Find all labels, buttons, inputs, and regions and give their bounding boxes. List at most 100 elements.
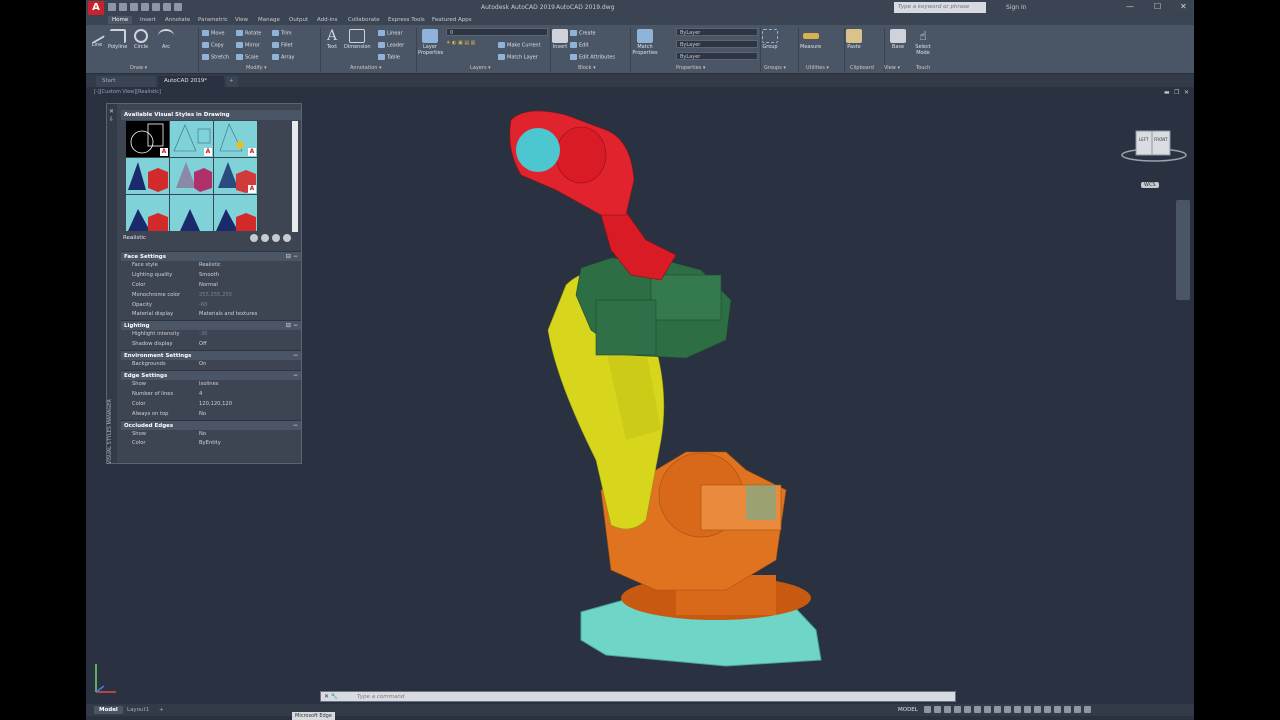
prop-row[interactable]: Material display Materials and textures <box>121 310 301 320</box>
prop-row[interactable]: Backgrounds On <box>121 360 301 370</box>
apply-style-icon[interactable] <box>261 234 269 242</box>
hardware-accel-icon[interactable] <box>1064 706 1071 713</box>
prop-row[interactable]: Color Normal <box>121 281 301 291</box>
polar-icon[interactable] <box>954 706 961 713</box>
prop-row[interactable]: Color ByEntity <box>121 439 301 449</box>
navigation-bar[interactable] <box>1176 200 1190 300</box>
model-tab[interactable]: Model <box>94 706 123 714</box>
isolate-icon[interactable] <box>1054 706 1061 713</box>
close-command-icon[interactable]: ✕ 🔧 <box>324 693 338 700</box>
osnap-icon[interactable] <box>964 706 971 713</box>
prop-row[interactable]: Monochrome color 255,255,255 <box>121 291 301 301</box>
robot-elbow-motor <box>650 274 722 321</box>
annotative-a-icon: A <box>160 148 168 156</box>
thumbnails-scrollbar[interactable] <box>292 121 298 232</box>
style-sketchy[interactable] <box>170 195 213 231</box>
prop-value[interactable]: -30 <box>199 330 207 340</box>
delete-style-icon[interactable] <box>283 234 291 242</box>
style-hidden[interactable]: A <box>214 121 257 157</box>
prop-row[interactable]: Highlight intensity -30 <box>121 330 301 340</box>
annotation-scale-icon[interactable] <box>1024 706 1031 713</box>
prop-value[interactable]: Realistic <box>199 261 221 271</box>
viewcube-left-face[interactable]: LEFT <box>1139 137 1148 142</box>
edge-settings-section[interactable]: Edge Settings − <box>121 370 301 381</box>
transparency-icon[interactable] <box>994 706 1001 713</box>
prop-value[interactable]: Normal <box>199 281 218 291</box>
prop-row[interactable]: Shadow display Off <box>121 340 301 350</box>
shaded-thumb-icon <box>176 162 212 192</box>
close-icon[interactable]: ✕ <box>109 108 114 115</box>
customize-menu-icon[interactable] <box>1084 706 1091 713</box>
face-settings-section[interactable]: Face Settings ⊟ − <box>121 251 301 261</box>
plus-icon[interactable] <box>1044 706 1051 713</box>
layout1-tab[interactable]: Layout1 <box>122 706 154 714</box>
prop-value[interactable]: No <box>199 410 206 420</box>
style-conceptual[interactable]: A <box>170 121 213 157</box>
prop-value[interactable]: Materials and textures <box>199 310 257 320</box>
style-shades-of-gray[interactable] <box>126 195 169 231</box>
prop-row[interactable]: Lighting quality Smooth <box>121 271 301 281</box>
robot-tool-flange <box>516 128 560 172</box>
annotative-a-icon: A <box>248 148 256 156</box>
wcs-menu[interactable]: WCS <box>1141 182 1159 188</box>
snap-icon[interactable] <box>934 706 941 713</box>
style-x-ray[interactable] <box>214 195 257 231</box>
prop-value[interactable]: -60 <box>199 301 207 311</box>
pin-icon[interactable]: ⇩ <box>109 116 114 123</box>
prop-key: Color <box>132 281 146 288</box>
prop-value[interactable]: 255,255,255 <box>199 291 232 301</box>
model-space-indicator[interactable]: MODEL <box>898 707 918 713</box>
viewcube-front-face[interactable]: FRONT <box>1154 137 1168 142</box>
viewcube[interactable] <box>1118 125 1190 175</box>
otrack-icon[interactable] <box>974 706 981 713</box>
prop-key: Color <box>132 440 146 447</box>
prop-value[interactable]: Smooth <box>199 271 219 281</box>
3d-osnap-icon[interactable] <box>1014 706 1021 713</box>
lighting-section[interactable]: Lighting ⊟ − <box>121 320 301 331</box>
command-line[interactable]: ✕ 🔧 Type a command <box>320 691 956 702</box>
lineweight-icon[interactable] <box>984 706 991 713</box>
ortho-icon[interactable] <box>944 706 951 713</box>
selection-cycling-icon[interactable] <box>1004 706 1011 713</box>
export-style-icon[interactable] <box>272 234 280 242</box>
current-style-name: Realistic <box>123 235 146 241</box>
palette-title-strip[interactable]: ✕ ⇩ VISUAL STYLES MANAGER <box>107 104 117 464</box>
style-shaded-with-edges[interactable]: A <box>214 158 257 194</box>
style-realistic[interactable] <box>126 158 169 194</box>
prop-row[interactable]: Color 120,120,120 <box>121 400 301 410</box>
prop-value[interactable]: ByEntity <box>199 439 221 449</box>
prop-row[interactable]: Show Isolines <box>121 380 301 390</box>
visual-styles-manager: ✕ ⇩ VISUAL STYLES MANAGER Available Visu… <box>106 103 302 464</box>
right-black-bar <box>1194 0 1280 720</box>
prop-key: Opacity <box>132 301 152 308</box>
robot-elbow-gearbox <box>595 299 657 356</box>
status-bar: Model Layout1 + MODEL <box>86 704 1194 716</box>
clean-screen-icon[interactable] <box>1074 706 1081 713</box>
prop-row[interactable]: Always on top No <box>121 410 301 420</box>
prop-value[interactable]: Isolines <box>199 380 218 390</box>
prop-row[interactable]: Number of lines 4 <box>121 390 301 400</box>
environment-settings-section[interactable]: Environment Settings − <box>121 350 301 361</box>
prop-row[interactable]: Show No <box>121 430 301 440</box>
section-title: Lighting <box>124 323 150 330</box>
prop-value[interactable]: On <box>199 360 206 370</box>
prop-value[interactable]: Off <box>199 340 207 350</box>
grid-icon[interactable] <box>924 706 931 713</box>
sketchy-thumb-icon <box>180 209 200 231</box>
style-shaded[interactable] <box>170 158 213 194</box>
prop-value[interactable]: No <box>199 430 206 440</box>
available-styles-header: Available Visual Styles in Drawing <box>121 110 301 120</box>
create-style-icon[interactable] <box>250 234 258 242</box>
occluded-edges-section[interactable]: Occluded Edges − <box>121 419 301 430</box>
realistic-thumb-icon <box>128 162 168 192</box>
prop-value[interactable]: 120,120,120 <box>199 400 232 410</box>
style-2d-wireframe[interactable]: A <box>126 121 169 157</box>
workspace-icon[interactable] <box>1034 706 1041 713</box>
prop-row[interactable]: Face style Realistic <box>121 261 301 271</box>
robot-motor-cap <box>746 485 776 520</box>
prop-value[interactable]: 4 <box>199 390 202 400</box>
command-input[interactable]: Type a command <box>357 694 404 700</box>
prop-row[interactable]: Opacity -60 <box>121 301 301 311</box>
prop-key: Show <box>132 430 146 437</box>
add-layout-button[interactable]: + <box>154 706 169 714</box>
